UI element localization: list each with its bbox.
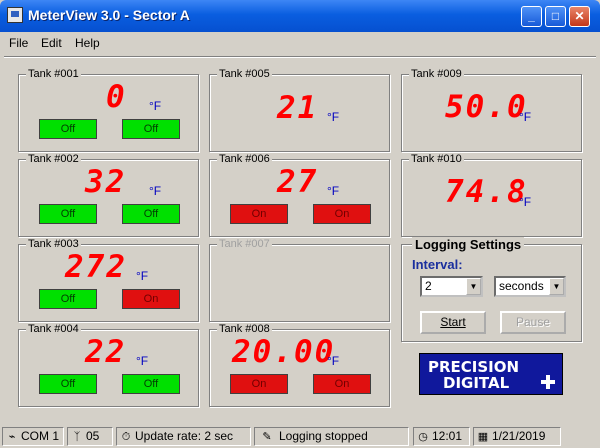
status-time-text: 12:01 — [432, 429, 463, 443]
status-port: ⌁ COM 1 — [2, 427, 64, 446]
relay-1-indicator[interactable]: Off — [39, 374, 97, 394]
precision-digital-logo: PRECISION DIGITAL — [419, 353, 563, 395]
menu-bar: File Edit Help — [0, 32, 600, 54]
interval-unit: seconds — [499, 279, 544, 293]
status-time: ◷ 12:01 — [413, 427, 470, 446]
interval-unit-select[interactable]: seconds ▼ — [494, 276, 566, 297]
logo-line-2: DIGITAL — [443, 374, 510, 392]
plug-icon: ⌁ — [8, 431, 16, 443]
relay-2-indicator[interactable]: Off — [122, 204, 180, 224]
tank-unit: °F — [136, 269, 149, 283]
meter-app-icon[interactable] — [7, 7, 23, 23]
chevron-down-icon[interactable]: ▼ — [549, 278, 564, 295]
interval-value: 2 — [425, 279, 432, 293]
tank-label: Tank #001 — [26, 68, 81, 80]
interval-label: Interval: — [412, 257, 463, 272]
status-logging: ✎ Logging stopped — [254, 427, 409, 446]
status-update-rate-text: Update rate: 2 sec — [135, 429, 234, 443]
tank-reading: 21 — [277, 90, 319, 126]
status-port-text: COM 1 — [21, 429, 60, 443]
tank-004-group: Tank #004 22 °F Off Off — [18, 323, 199, 407]
tank-reading: 50.0 — [445, 89, 528, 125]
tank-005-group: Tank #005 21 °F — [209, 68, 390, 152]
calendar-icon: ▦ — [477, 431, 489, 443]
tank-008-group: Tank #008 20.00 °F On On — [209, 323, 390, 407]
pause-button[interactable]: Pause — [500, 311, 566, 334]
tank-unit: °F — [519, 195, 532, 209]
tank-unit: °F — [149, 99, 162, 113]
tank-label: Tank #002 — [26, 153, 81, 165]
status-date: ▦ 1/21/2019 — [473, 427, 561, 446]
tank-unit: °F — [327, 354, 340, 368]
tank-001-group: Tank #001 0 °F Off Off — [18, 68, 199, 152]
relay-1-indicator[interactable]: Off — [39, 289, 97, 309]
tank-reading: 20.00 — [232, 334, 336, 370]
tank-009-group: Tank #009 50.0 °F — [401, 68, 582, 152]
tank-reading: 0 — [106, 79, 127, 115]
tank-unit: °F — [519, 110, 532, 124]
chevron-down-icon[interactable]: ▼ — [466, 278, 481, 295]
relay-2-indicator[interactable]: Off — [122, 374, 180, 394]
tank-unit: °F — [149, 184, 162, 198]
relay-1-indicator[interactable]: Off — [39, 204, 97, 224]
close-button[interactable]: ✕ — [569, 6, 590, 27]
minimize-button[interactable]: _ — [521, 6, 542, 27]
window-title: MeterView 3.0 - Sector A — [28, 7, 190, 23]
plus-icon — [541, 375, 555, 389]
status-date-text: 1/21/2019 — [492, 429, 546, 443]
pause-label: Pause — [515, 315, 551, 329]
relay-2-indicator[interactable]: On — [122, 289, 180, 309]
tank-006-group: Tank #006 27 °F On On — [209, 153, 390, 237]
tank-010-group: Tank #010 74.8 °F — [401, 153, 582, 237]
log-icon: ✎ — [262, 431, 272, 443]
tank-002-group: Tank #002 32 °F Off Off — [18, 153, 199, 237]
tank-unit: °F — [327, 184, 340, 198]
title-bar[interactable]: MeterView 3.0 - Sector A _ □ ✕ — [0, 0, 600, 32]
menu-help[interactable]: Help — [75, 36, 100, 50]
status-address: ᛉ 05 — [67, 427, 113, 446]
menu-edit[interactable]: Edit — [41, 36, 62, 50]
status-address-text: 05 — [86, 429, 100, 443]
status-logging-text: Logging stopped — [279, 429, 368, 443]
start-button[interactable]: Start — [420, 311, 486, 334]
maximize-button[interactable]: □ — [545, 6, 566, 27]
tank-label: Tank #004 — [26, 323, 81, 335]
tank-reading: 22 — [85, 334, 127, 370]
clock-icon: ◷ — [418, 431, 428, 443]
antenna-icon: ᛉ — [73, 431, 81, 443]
relay-1-indicator[interactable]: On — [230, 374, 288, 394]
relay-2-indicator[interactable]: On — [313, 204, 371, 224]
interval-value-select[interactable]: 2 ▼ — [420, 276, 483, 297]
tank-label: Tank #007 — [217, 238, 272, 250]
tank-reading: 272 — [65, 249, 127, 285]
status-bar: ⌁ COM 1 ᛉ 05 ⏱ Update rate: 2 sec ✎ Logging … — [0, 424, 600, 448]
logging-settings-title: Logging Settings — [412, 237, 525, 252]
tank-label: Tank #006 — [217, 153, 272, 165]
tank-label: Tank #010 — [409, 153, 464, 165]
relay-1-indicator[interactable]: Off — [39, 119, 97, 139]
tank-reading: 27 — [277, 164, 319, 200]
relay-2-indicator[interactable]: Off — [122, 119, 180, 139]
tank-label: Tank #005 — [217, 68, 272, 80]
relay-2-indicator[interactable]: On — [313, 374, 371, 394]
relay-1-indicator[interactable]: On — [230, 204, 288, 224]
tank-reading: 32 — [85, 164, 127, 200]
start-label: Start — [440, 315, 466, 329]
tank-unit: °F — [327, 110, 340, 124]
tank-003-group: Tank #003 272 °F Off On — [18, 238, 199, 322]
tank-reading: 74.8 — [445, 174, 528, 210]
logging-settings-group: Logging Settings Interval: 2 ▼ seconds ▼… — [401, 237, 582, 342]
tank-label: Tank #009 — [409, 68, 464, 80]
tank-unit: °F — [136, 354, 149, 368]
status-update-rate: ⏱ Update rate: 2 sec — [116, 427, 251, 446]
tank-007-group: Tank #007 — [209, 238, 390, 322]
menu-separator — [4, 56, 596, 58]
menu-file[interactable]: File — [9, 36, 28, 50]
stopwatch-icon: ⏱ — [121, 431, 131, 443]
